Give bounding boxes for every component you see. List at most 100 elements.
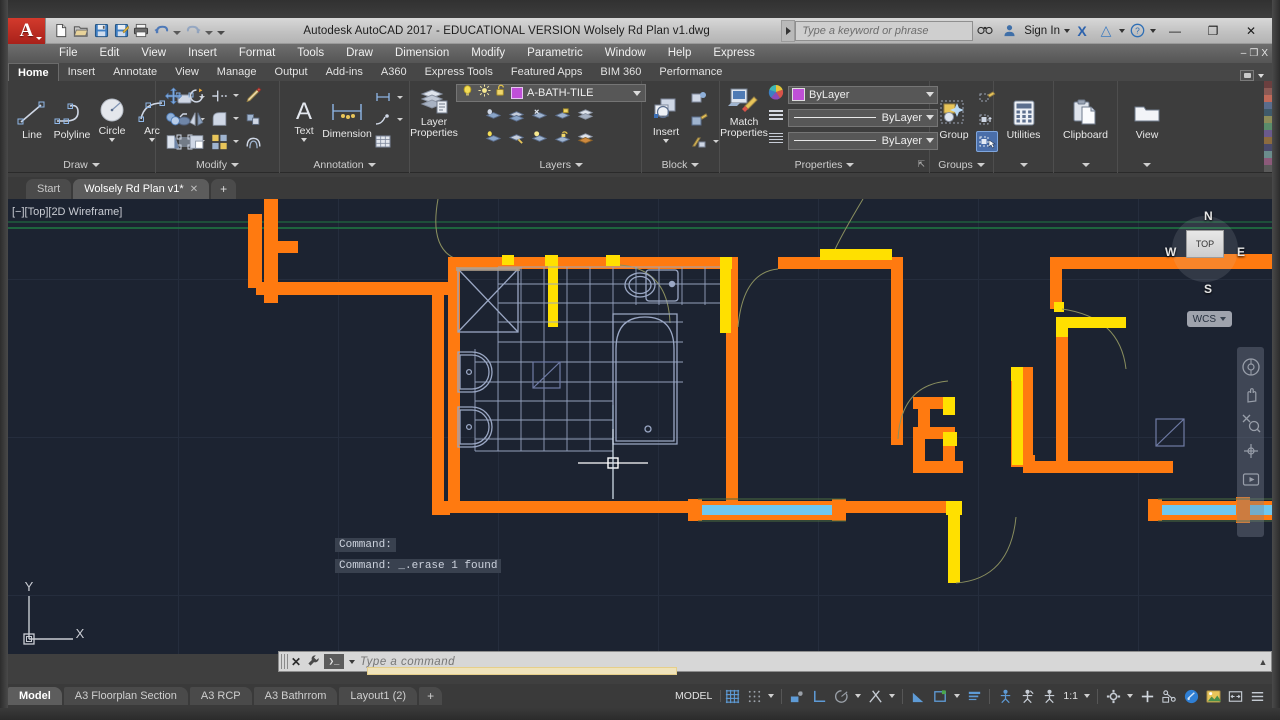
- panel-title-utilities[interactable]: [994, 156, 1053, 173]
- menu-file[interactable]: File: [48, 44, 89, 63]
- search-expand-button[interactable]: [781, 20, 795, 42]
- search-icon[interactable]: [973, 18, 997, 44]
- layer-color-swatch[interactable]: [511, 87, 523, 99]
- close-icon[interactable]: ✕: [190, 184, 198, 195]
- showmotion-icon[interactable]: [1241, 469, 1261, 489]
- draw-polyline-button[interactable]: Polyline: [52, 98, 92, 142]
- create-block-icon[interactable]: [688, 87, 710, 108]
- undo-icon[interactable]: [152, 22, 170, 40]
- undo-dropdown-icon[interactable]: [173, 31, 181, 35]
- ucs-dropdown-icon[interactable]: [954, 694, 960, 698]
- tab-output[interactable]: Output: [266, 63, 317, 81]
- fillet-icon[interactable]: [208, 108, 230, 129]
- lightbulb-icon[interactable]: [461, 84, 474, 102]
- layer-off-icon[interactable]: [528, 104, 550, 125]
- grid-icon[interactable]: [721, 685, 743, 707]
- application-menu-button[interactable]: A: [8, 18, 46, 44]
- chevron-down-icon[interactable]: [1082, 163, 1090, 167]
- doc-minimize-button[interactable]: –: [1241, 48, 1247, 59]
- linear-dim-icon[interactable]: [372, 87, 394, 108]
- tab-express-tools[interactable]: Express Tools: [416, 63, 502, 81]
- layer-unisolate-icon[interactable]: [528, 127, 550, 148]
- stretch-icon[interactable]: [162, 131, 184, 152]
- current-layer-combo[interactable]: A-BATH-TILE: [456, 84, 646, 102]
- annotation-monitor-icon[interactable]: [994, 685, 1016, 707]
- command-history-expand-icon[interactable]: ▲: [1255, 657, 1271, 667]
- layer-properties-button[interactable]: Layer Properties: [414, 84, 454, 140]
- layout-tab-a3-floorplan-section[interactable]: A3 Floorplan Section: [64, 687, 188, 705]
- array-dropdown-icon[interactable]: [233, 140, 239, 143]
- command-settings-icon[interactable]: [304, 654, 322, 670]
- properties-dialog-launcher[interactable]: ⇱: [917, 159, 925, 170]
- tab-performance[interactable]: Performance: [650, 63, 731, 81]
- move-icon[interactable]: [162, 85, 184, 106]
- chevron-down-icon[interactable]: [349, 660, 355, 664]
- tab-annotate[interactable]: Annotate: [104, 63, 166, 81]
- space-toggle[interactable]: MODEL: [667, 690, 721, 702]
- viewcube-east-label[interactable]: E: [1237, 245, 1245, 259]
- copy-icon[interactable]: [162, 108, 184, 129]
- menu-insert[interactable]: Insert: [177, 44, 228, 63]
- command-prompt-icon[interactable]: ❯_: [324, 654, 344, 669]
- layer-match-icon[interactable]: [505, 127, 527, 148]
- match-properties-button[interactable]: Match Properties: [724, 84, 764, 140]
- chevron-down-icon[interactable]: [691, 163, 699, 167]
- view-button[interactable]: View: [1127, 98, 1167, 142]
- workspace-icon[interactable]: [1102, 685, 1124, 707]
- new-icon[interactable]: [52, 22, 70, 40]
- layer-on-icon[interactable]: [482, 127, 504, 148]
- object-snap-icon[interactable]: [864, 685, 886, 707]
- viewcube-north-label[interactable]: N: [1204, 209, 1213, 223]
- chevron-down-icon[interactable]: [1143, 163, 1151, 167]
- leader-icon[interactable]: [372, 109, 394, 130]
- rotate-icon[interactable]: [185, 85, 207, 106]
- insert-dropdown-icon[interactable]: [663, 139, 669, 143]
- tab-manage[interactable]: Manage: [208, 63, 266, 81]
- table-icon[interactable]: [372, 131, 394, 152]
- menu-edit[interactable]: Edit: [89, 44, 131, 63]
- clipboard-button[interactable]: Clipboard: [1059, 98, 1112, 142]
- file-tab-start[interactable]: Start: [26, 179, 71, 199]
- plot-icon[interactable]: [132, 22, 150, 40]
- infer-constraints-icon[interactable]: [786, 685, 808, 707]
- viewcube-west-label[interactable]: W: [1165, 245, 1176, 259]
- file-tab-drawing[interactable]: Wolsely Rd Plan v1* ✕: [73, 179, 209, 199]
- menu-dimension[interactable]: Dimension: [384, 44, 460, 63]
- layout-tab-a3-rcp[interactable]: A3 RCP: [190, 687, 252, 705]
- panel-title-layers[interactable]: Layers: [410, 156, 641, 173]
- panel-title-groups[interactable]: Groups: [930, 156, 993, 173]
- layer-freeze-icon[interactable]: [505, 104, 527, 125]
- panel-title-annotation[interactable]: Annotation: [280, 156, 409, 173]
- scale-dropdown-icon[interactable]: [1084, 694, 1090, 698]
- ortho-icon[interactable]: [808, 685, 830, 707]
- layout-tab-a3-bathrrom[interactable]: A3 Bathrrom: [254, 687, 338, 705]
- command-bar[interactable]: ✕ ❯_ Type a command ▲: [278, 651, 1272, 672]
- sun-icon[interactable]: [478, 84, 491, 102]
- menu-express[interactable]: Express: [702, 44, 766, 63]
- chevron-down-icon[interactable]: [1220, 317, 1226, 321]
- annotation-scale-value[interactable]: 1:1: [1060, 690, 1081, 702]
- layer-isolate-icon[interactable]: [482, 104, 504, 125]
- menu-view[interactable]: View: [130, 44, 177, 63]
- linetype-icon[interactable]: [768, 107, 784, 128]
- pan-icon[interactable]: [1241, 385, 1261, 405]
- explode-icon[interactable]: [242, 108, 264, 129]
- layout-tab-layout1-2[interactable]: Layout1 (2): [339, 687, 417, 705]
- viewcube-top-face[interactable]: TOP: [1186, 230, 1224, 258]
- arc-dropdown-icon[interactable]: [149, 138, 155, 142]
- exchange-apps-icon[interactable]: X: [1070, 18, 1094, 44]
- draw-line-button[interactable]: Line: [12, 98, 52, 142]
- tab-insert[interactable]: Insert: [59, 63, 105, 81]
- chevron-down-icon[interactable]: [846, 163, 854, 167]
- panel-title-clipboard[interactable]: [1054, 156, 1117, 173]
- menu-help[interactable]: Help: [657, 44, 703, 63]
- open-icon[interactable]: [72, 22, 90, 40]
- linear-dim-dropdown-icon[interactable]: [397, 96, 403, 99]
- tab-featured-apps[interactable]: Featured Apps: [502, 63, 592, 81]
- layer-lock-icon[interactable]: [551, 104, 573, 125]
- workspace-dropdown-icon[interactable]: [1127, 694, 1133, 698]
- menu-modify[interactable]: Modify: [460, 44, 516, 63]
- doc-restore-button[interactable]: ❐: [1249, 48, 1258, 59]
- chevron-down-icon[interactable]: [92, 163, 100, 167]
- close-icon[interactable]: ✕: [288, 655, 304, 669]
